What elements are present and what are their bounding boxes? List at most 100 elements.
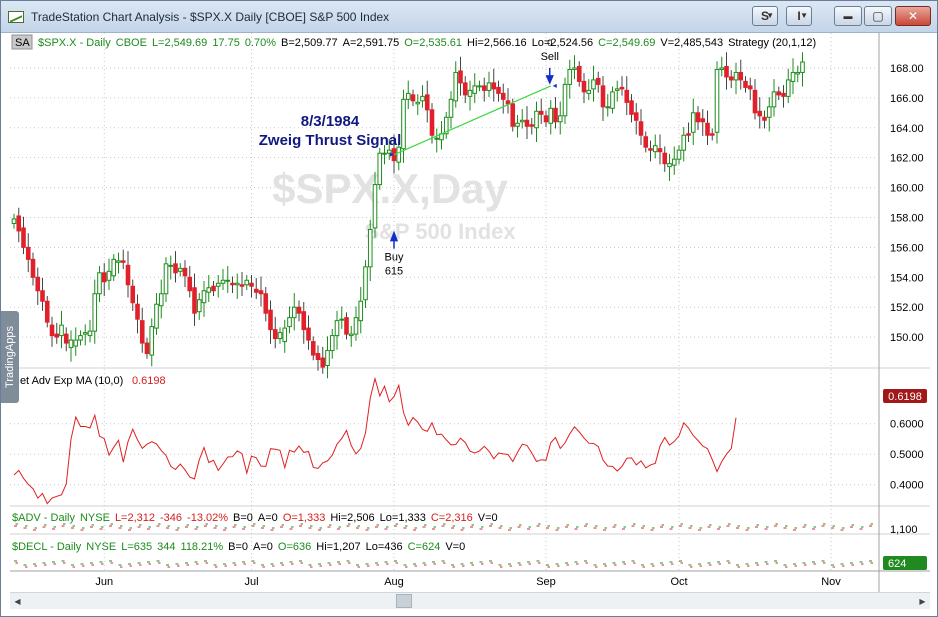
exit-marker-icon: [552, 83, 557, 88]
candle-body: [415, 101, 421, 105]
candle-body: [643, 136, 649, 148]
candle-body: [524, 119, 530, 127]
indicator-last-value: 0.6198: [888, 391, 922, 403]
watermark-symbol: $SPX.X,Day: [272, 165, 508, 212]
time-tick-label: Nov: [821, 576, 841, 588]
chart-app-icon: [8, 11, 24, 23]
candle-body: [11, 218, 17, 224]
candle-body: [776, 91, 782, 96]
indicator-menu-button[interactable]: I ▼: [786, 6, 812, 26]
candle-body: [73, 339, 79, 347]
restore-button[interactable]: ▢: [864, 6, 892, 26]
title-bar[interactable]: TradeStation Chart Analysis - $SPX.X Dai…: [1, 1, 937, 33]
candle-body: [434, 137, 440, 140]
annotation-date: 8/3/1984: [301, 113, 360, 130]
candle-body: [420, 95, 425, 102]
candle-body: [472, 85, 478, 94]
candle-body: [648, 148, 653, 151]
candle-body: [16, 215, 22, 232]
candle-body: [724, 65, 729, 78]
candle-body: [633, 112, 639, 121]
candle-body: [382, 152, 387, 155]
close-icon: ✕: [907, 9, 919, 23]
candle-body: [605, 106, 611, 109]
time-tick-label: Aug: [384, 576, 404, 588]
scroll-right-icon[interactable]: ▶: [917, 596, 928, 607]
candle-body: [348, 333, 354, 337]
candle-body: [215, 282, 221, 287]
decl-info-item: L=635: [121, 541, 152, 553]
candle-body: [249, 282, 254, 287]
decl-info-item: O=636: [278, 541, 311, 553]
candle-body: [429, 109, 435, 136]
scroll-left-icon[interactable]: ◀: [12, 596, 23, 607]
decl-last-value: 624: [888, 558, 906, 570]
price-candles[interactable]: [11, 52, 805, 379]
candle-body: [40, 290, 45, 302]
chart-svg[interactable]: $SPX.X,Day S&P 500 Index Buy6150Sell 168…: [10, 33, 930, 592]
candle-body: [410, 94, 416, 102]
candle-body: [158, 293, 164, 307]
annotation-title: Zweig Thrust Signal: [259, 132, 402, 149]
candle-body: [101, 272, 107, 283]
scroll-thumb[interactable]: [396, 594, 412, 608]
time-tick-label: Sep: [536, 576, 556, 588]
candle-body: [728, 76, 734, 81]
candle-body: [97, 272, 102, 295]
candle-body: [496, 86, 501, 94]
candle-body: [263, 293, 269, 314]
candle-body: [334, 320, 340, 337]
candle-body: [120, 260, 126, 263]
time-tick-label: Jun: [95, 576, 113, 588]
candle-body: [35, 276, 41, 292]
price-y-axis[interactable]: 168.00 166.00 164.00 162.00 160.00 158.00 156.…: [890, 63, 924, 492]
minimize-button[interactable]: ▬: [834, 6, 862, 26]
close-button[interactable]: ✕: [895, 6, 931, 26]
candle-body: [738, 71, 744, 81]
candle-body: [21, 227, 26, 248]
decl-info-item: Hi=1,207: [316, 541, 360, 553]
gridlines: [10, 33, 878, 571]
candle-body: [296, 306, 302, 314]
candle-body: [367, 228, 373, 268]
tradingapps-tab[interactable]: TradingApps: [1, 311, 19, 403]
candle-body: [396, 146, 402, 163]
adv-info-item: -346: [160, 512, 182, 524]
price-info-line: $SPX.X - Daily CBOE L=2,549.69 17.75 0.70% B=…: [38, 37, 816, 49]
candle-body: [610, 91, 615, 109]
decl-info-item: V=0: [445, 541, 465, 553]
candle-body: [700, 118, 706, 123]
dropdown-icon: ▼: [800, 11, 808, 20]
candle-body: [481, 85, 487, 91]
chart-window: TradeStation Chart Analysis - $SPX.X Dai…: [0, 0, 938, 617]
candle-body: [747, 85, 753, 90]
candle-body: [686, 133, 691, 136]
candle-body: [790, 71, 796, 82]
candle-body: [344, 317, 349, 335]
candle-body: [448, 98, 454, 118]
time-x-axis[interactable]: Jun Jul Aug Sep Oct Nov: [95, 576, 841, 588]
candle-body: [491, 82, 497, 90]
adv-axis-label: 1,100: [890, 524, 918, 536]
candle-body: [206, 287, 212, 293]
decl-info-item: A=0: [253, 541, 273, 553]
price-info-item: 0.70%: [245, 37, 276, 49]
adv-info-item: NYSE: [80, 512, 110, 524]
candle-body: [253, 288, 259, 293]
price-info-item: 17.75: [212, 37, 240, 49]
candle-body: [705, 122, 710, 136]
candle-body: [201, 290, 207, 304]
candle-body: [130, 285, 136, 304]
candle-body: [581, 80, 587, 93]
candle-body: [553, 107, 558, 123]
symbol-menu-button[interactable]: S ▼: [752, 6, 778, 26]
price-info-item: B=2,509.77: [281, 37, 338, 49]
candle-body: [177, 267, 183, 272]
price-tick-label: 164.00: [890, 123, 924, 135]
candle-body: [757, 110, 763, 117]
candle-body: [591, 79, 596, 90]
chart-area[interactable]: $SPX.X,Day S&P 500 Index Buy 615 0 Sell 168…: [10, 33, 930, 609]
candle-body: [534, 110, 539, 129]
horizontal-scrollbar[interactable]: ◀ ▶: [10, 592, 930, 609]
candle-body: [358, 300, 364, 322]
